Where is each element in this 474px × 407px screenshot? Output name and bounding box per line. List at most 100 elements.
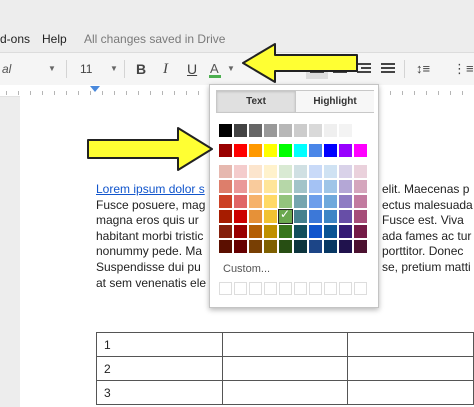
color-swatch[interactable] [249, 210, 262, 223]
indent-marker[interactable] [90, 86, 100, 92]
color-swatch[interactable] [354, 165, 367, 178]
chevron-down-icon[interactable]: ▼ [110, 53, 118, 85]
color-swatch[interactable] [294, 225, 307, 238]
chevron-down-icon[interactable]: ▼ [48, 53, 56, 85]
custom-color-slot[interactable] [339, 282, 352, 295]
color-swatch[interactable] [339, 240, 352, 253]
color-swatch[interactable] [354, 124, 367, 137]
table-cell[interactable] [221, 380, 349, 405]
color-swatch[interactable] [249, 180, 262, 193]
color-swatch[interactable] [324, 240, 337, 253]
justify-button[interactable] [381, 63, 395, 75]
color-swatch[interactable] [339, 124, 352, 137]
custom-color-link[interactable]: Custom... [223, 263, 270, 275]
color-swatch[interactable] [309, 225, 322, 238]
color-swatch[interactable] [234, 195, 247, 208]
color-swatch[interactable] [219, 195, 232, 208]
color-swatch[interactable] [264, 165, 277, 178]
menu-addons[interactable]: d-ons [0, 32, 30, 46]
color-swatch[interactable] [294, 240, 307, 253]
color-swatch[interactable] [354, 180, 367, 193]
custom-color-slot[interactable] [234, 282, 247, 295]
color-swatch[interactable] [324, 210, 337, 223]
color-swatch[interactable] [339, 180, 352, 193]
color-swatch[interactable] [324, 124, 337, 137]
color-swatch[interactable] [294, 210, 307, 223]
table-cell[interactable] [347, 332, 474, 357]
color-swatch[interactable] [324, 225, 337, 238]
color-swatch[interactable] [324, 144, 337, 157]
tab-text[interactable]: Text [217, 91, 295, 112]
document-table[interactable]: 1 2 3 [96, 332, 474, 405]
color-swatch[interactable] [309, 195, 322, 208]
color-swatch[interactable] [234, 180, 247, 193]
color-swatch[interactable] [249, 144, 262, 157]
numbered-list-icon[interactable]: ⋮≡ [453, 53, 474, 85]
custom-color-slot[interactable] [249, 282, 262, 295]
color-swatch[interactable] [219, 240, 232, 253]
color-swatch[interactable] [234, 165, 247, 178]
color-swatch[interactable] [219, 225, 232, 238]
color-swatch[interactable] [354, 240, 367, 253]
color-swatch[interactable] [219, 165, 232, 178]
color-swatch[interactable] [264, 240, 277, 253]
color-swatch[interactable] [234, 124, 247, 137]
color-swatch[interactable] [324, 180, 337, 193]
color-swatch[interactable] [249, 225, 262, 238]
color-swatch[interactable] [354, 195, 367, 208]
color-swatch[interactable] [294, 124, 307, 137]
color-swatch[interactable] [339, 144, 352, 157]
color-swatch[interactable] [264, 195, 277, 208]
color-swatch[interactable] [219, 180, 232, 193]
custom-color-slot[interactable] [324, 282, 337, 295]
font-family-select[interactable]: al [2, 53, 11, 85]
bold-button[interactable]: B [136, 53, 146, 85]
italic-button[interactable]: I [163, 53, 168, 85]
color-swatch[interactable] [294, 165, 307, 178]
color-swatch[interactable] [234, 225, 247, 238]
color-swatch[interactable] [264, 124, 277, 137]
color-swatch[interactable] [249, 165, 262, 178]
color-swatch[interactable] [219, 124, 232, 137]
color-swatch[interactable] [219, 210, 232, 223]
table-cell[interactable] [221, 356, 349, 381]
chevron-down-icon[interactable]: ▼ [227, 53, 235, 85]
color-swatch[interactable] [309, 124, 322, 137]
color-swatch[interactable] [234, 210, 247, 223]
color-swatch[interactable] [219, 144, 232, 157]
font-size-select[interactable]: 11 [80, 53, 92, 85]
table-cell[interactable] [347, 356, 474, 381]
color-swatch[interactable] [264, 144, 277, 157]
custom-color-slot[interactable] [264, 282, 277, 295]
color-swatch[interactable] [294, 144, 307, 157]
color-swatch[interactable] [279, 144, 292, 157]
color-swatch[interactable] [279, 240, 292, 253]
menu-help[interactable]: Help [42, 32, 67, 46]
color-swatch[interactable] [309, 240, 322, 253]
table-cell[interactable] [347, 380, 474, 405]
color-swatch[interactable] [234, 240, 247, 253]
color-swatch[interactable] [279, 180, 292, 193]
color-swatch[interactable] [324, 195, 337, 208]
table-cell[interactable]: 2 [96, 356, 223, 381]
text-color-button[interactable]: A [209, 53, 221, 85]
table-cell[interactable] [221, 332, 349, 357]
table-cell[interactable]: 3 [96, 380, 223, 405]
color-swatch[interactable] [324, 165, 337, 178]
color-swatch-selected[interactable] [278, 207, 293, 224]
color-swatch[interactable] [279, 165, 292, 178]
color-swatch[interactable] [249, 124, 262, 137]
color-swatch[interactable] [279, 225, 292, 238]
color-swatch[interactable] [339, 195, 352, 208]
color-swatch[interactable] [264, 225, 277, 238]
underline-button[interactable]: U [187, 53, 197, 85]
table-cell[interactable]: 1 [96, 332, 223, 357]
color-swatch[interactable] [354, 210, 367, 223]
color-swatch[interactable] [309, 180, 322, 193]
color-swatch[interactable] [294, 180, 307, 193]
color-swatch[interactable] [309, 144, 322, 157]
custom-color-slot[interactable] [354, 282, 367, 295]
color-swatch[interactable] [309, 165, 322, 178]
custom-color-slot[interactable] [309, 282, 322, 295]
color-swatch[interactable] [249, 195, 262, 208]
